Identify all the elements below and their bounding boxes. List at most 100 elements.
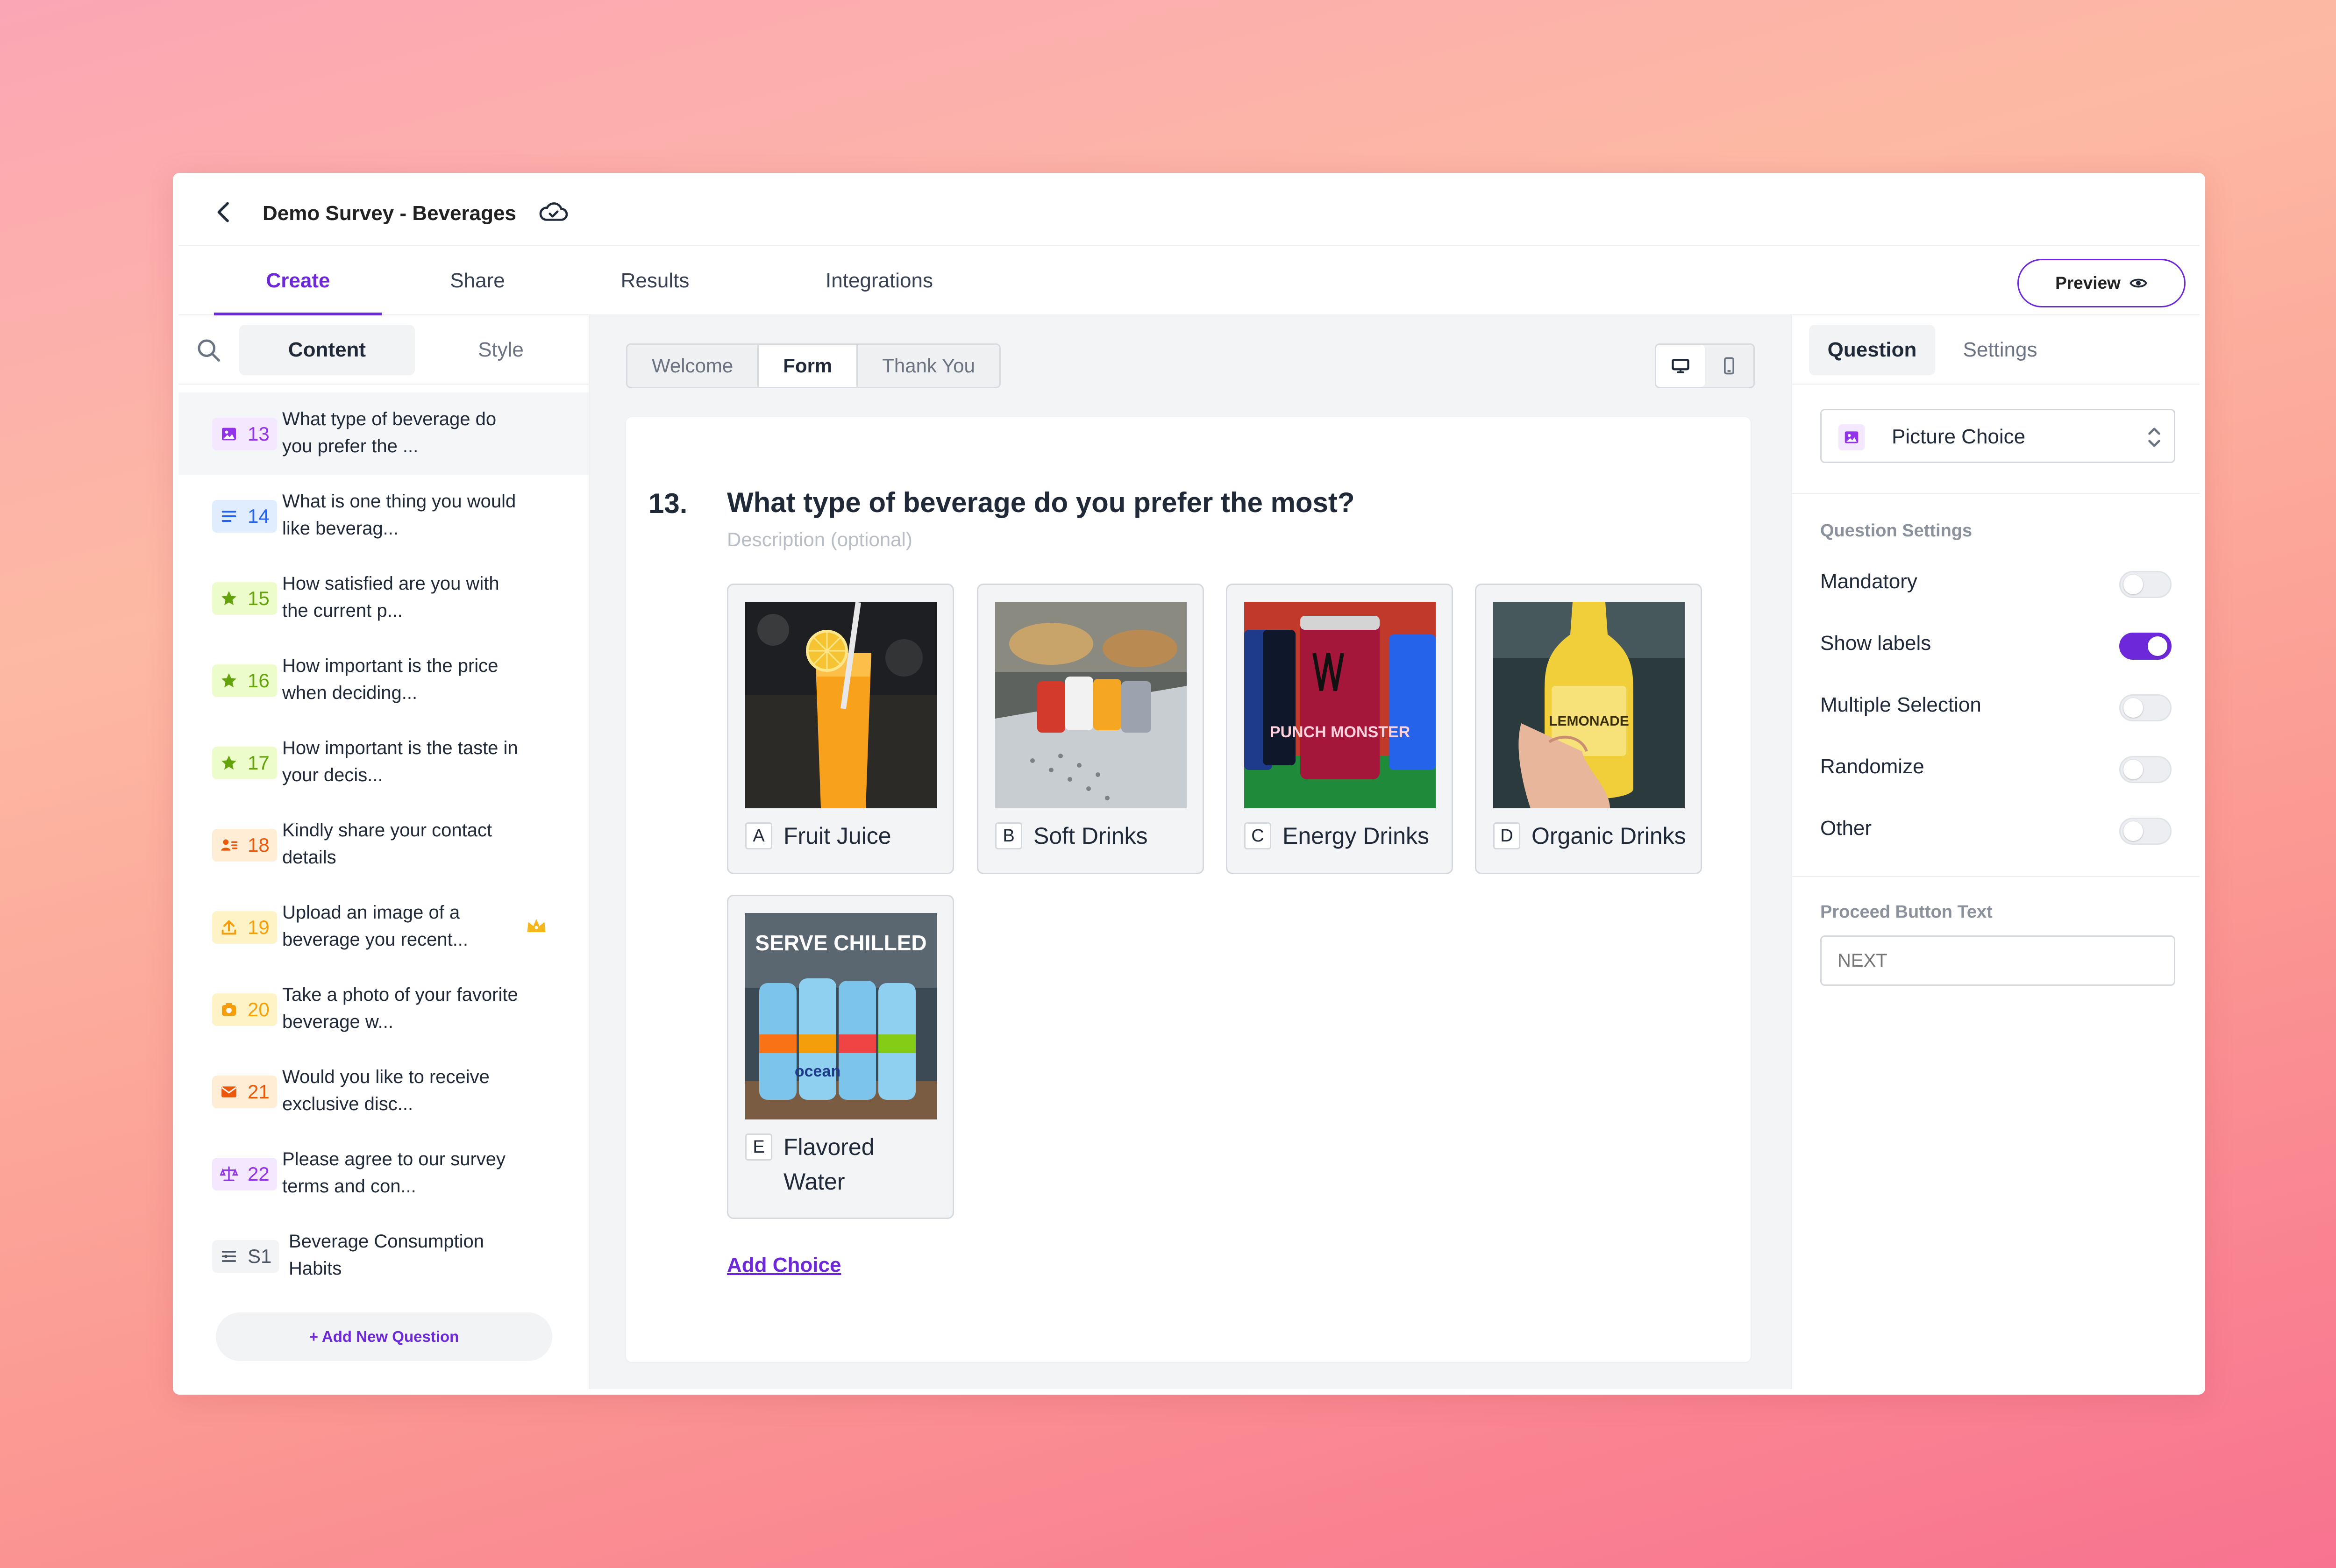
- toggle-knob: [2123, 698, 2143, 718]
- question-text: Upload an image of a beverage you recent…: [282, 902, 469, 950]
- setting-label: Randomize: [1820, 755, 1924, 778]
- question-number: 13: [248, 423, 270, 445]
- scale-icon: [220, 1166, 238, 1181]
- soft-drink-cans: [1037, 677, 1151, 733]
- choice-label[interactable]: Energy Drinks: [1282, 819, 1441, 853]
- question-item-13[interactable]: 13 What type of beverage do you prefer t…: [178, 392, 589, 475]
- question-text: What type of beverage do you prefer the …: [282, 409, 497, 456]
- mobile-view-button[interactable]: [1705, 345, 1753, 387]
- select-updown-icon: [2148, 428, 2160, 447]
- preview-label: Preview: [2055, 273, 2121, 292]
- cloud-saved-icon: [539, 202, 568, 221]
- setting-label: Other: [1820, 817, 1872, 840]
- lemonade-label-text: LEMONADE: [1549, 713, 1629, 729]
- question-item-22[interactable]: 22 Please agree to our survey terms and …: [178, 1133, 589, 1215]
- choice-energy-drinks[interactable]: PUNCH MONSTER C Energy Drinks: [1226, 584, 1453, 874]
- question-text: How important is the price when deciding…: [282, 656, 499, 703]
- add-new-question-button[interactable]: + Add New Question: [216, 1312, 552, 1361]
- page-welcome[interactable]: Welcome: [627, 345, 759, 387]
- search-icon[interactable]: [194, 336, 222, 364]
- survey-title[interactable]: Demo Survey - Beverages: [263, 202, 516, 225]
- page-form[interactable]: Form: [759, 345, 858, 387]
- divider: [1792, 876, 2200, 877]
- question-list: 13 What type of beverage do you prefer t…: [178, 392, 589, 1297]
- eye-icon: [2129, 278, 2147, 288]
- tab-integrations[interactable]: Integrations: [776, 246, 982, 315]
- segment-content[interactable]: Content: [239, 325, 415, 375]
- question-item-15[interactable]: 15 How satisfied are you with the curren…: [178, 557, 589, 639]
- question-badge: 14: [212, 500, 277, 533]
- question-item-17[interactable]: 17 How important is the taste in your de…: [178, 721, 589, 804]
- mandatory-toggle[interactable]: [2119, 571, 2172, 598]
- question-badge: 13: [212, 418, 277, 450]
- toggle-knob: [2123, 575, 2143, 594]
- question-badge: S1: [212, 1240, 279, 1273]
- show-labels-toggle[interactable]: [2119, 633, 2172, 660]
- star-icon: [221, 673, 236, 688]
- choice-letter: B: [995, 822, 1022, 849]
- tab-results[interactable]: Results: [566, 246, 744, 315]
- other-toggle[interactable]: [2119, 818, 2172, 845]
- question-item-21[interactable]: 21 Would you like to receive exclusive d…: [178, 1050, 589, 1133]
- choice-label[interactable]: Fruit Juice: [783, 819, 942, 853]
- question-sidebar: Content Style 13 What type of beverage d…: [178, 315, 590, 1389]
- question-item-14[interactable]: 14 What is one thing you would like beve…: [178, 475, 589, 557]
- setting-mandatory: Mandatory: [1820, 565, 2172, 598]
- question-item-s1[interactable]: S1 Beverage Consumption Habits: [178, 1215, 589, 1297]
- toggle-knob: [2123, 760, 2143, 779]
- question-item-20[interactable]: 20 Take a photo of your favorite beverag…: [178, 968, 589, 1050]
- choice-label[interactable]: Soft Drinks: [1033, 819, 1192, 853]
- tab-share[interactable]: Share: [398, 246, 557, 315]
- choice-fruit-juice[interactable]: A Fruit Juice: [727, 584, 954, 874]
- flavored-water-image: SERVE CHILLED ocean: [745, 913, 937, 1119]
- question-type-select[interactable]: Picture Choice: [1820, 409, 2175, 463]
- choice-label[interactable]: Organic Drinks: [1531, 819, 1690, 853]
- upload-icon: [221, 920, 236, 935]
- randomize-toggle[interactable]: [2119, 756, 2172, 783]
- ocean-brand-text: ocean: [795, 1062, 840, 1080]
- text-lines-icon: [221, 511, 236, 522]
- form-canvas-area: Welcome Form Thank You 13. What type of …: [590, 315, 1791, 1389]
- question-number: 17: [248, 752, 270, 774]
- camera-icon: [222, 1003, 236, 1016]
- choice-organic-drinks[interactable]: LEMONADE D Organic Drinks: [1475, 584, 1702, 874]
- preview-button[interactable]: Preview: [2017, 259, 2186, 307]
- page-thank-you[interactable]: Thank You: [858, 345, 999, 387]
- tab-create[interactable]: Create: [214, 246, 382, 315]
- question-title[interactable]: What type of beverage do you prefer the …: [727, 486, 1355, 519]
- question-number: 19: [248, 916, 270, 938]
- choice-soft-drinks[interactable]: B Soft Drinks: [977, 584, 1204, 874]
- question-item-18[interactable]: 18 Kindly share your contact details: [178, 804, 589, 886]
- question-description[interactable]: Description (optional): [727, 528, 912, 551]
- energy-can-text: PUNCH MONSTER: [1270, 723, 1410, 741]
- question-text: Please agree to our survey terms and con…: [282, 1149, 506, 1197]
- question-text: Would you like to receive exclusive disc…: [282, 1067, 490, 1114]
- question-settings-panel: Question Settings Picture Choice Questio…: [1791, 315, 2200, 1389]
- question-type-value: Picture Choice: [1892, 425, 2026, 448]
- proceed-button-text-input[interactable]: [1820, 935, 2175, 986]
- question-item-16[interactable]: 16 How important is the price when decid…: [178, 639, 589, 721]
- question-number: S1: [248, 1245, 272, 1267]
- main-tabs: Create Share Results Integrations Previe…: [178, 246, 2200, 315]
- question-number: 14: [248, 505, 270, 527]
- question-item-19[interactable]: 19 Upload an image of a beverage you rec…: [178, 886, 589, 968]
- multiple-selection-toggle[interactable]: [2119, 694, 2172, 721]
- choice-flavored-water[interactable]: SERVE CHILLED ocean E Flavored Water: [727, 895, 954, 1219]
- back-arrow-icon[interactable]: [211, 199, 237, 225]
- mobile-icon: [1724, 357, 1734, 375]
- soft-drinks-image: [995, 602, 1187, 808]
- question-badge: 21: [212, 1076, 277, 1108]
- desktop-view-button[interactable]: [1656, 345, 1705, 387]
- question-text: What is one thing you would like beverag…: [282, 491, 516, 539]
- choice-label[interactable]: Flavored Water: [783, 1130, 896, 1199]
- tab-question-settings[interactable]: Settings: [1942, 325, 2058, 375]
- star-icon: [221, 591, 236, 606]
- add-choice-link[interactable]: Add Choice: [727, 1254, 841, 1277]
- contact-icon: [221, 839, 238, 851]
- section-icon: [221, 1251, 236, 1262]
- question-badge: 15: [212, 582, 277, 615]
- tab-question[interactable]: Question: [1809, 325, 1935, 375]
- segment-style[interactable]: Style: [431, 325, 571, 375]
- organic-drinks-image: LEMONADE: [1493, 602, 1685, 808]
- question-text: Beverage Consumption Habits: [289, 1231, 484, 1279]
